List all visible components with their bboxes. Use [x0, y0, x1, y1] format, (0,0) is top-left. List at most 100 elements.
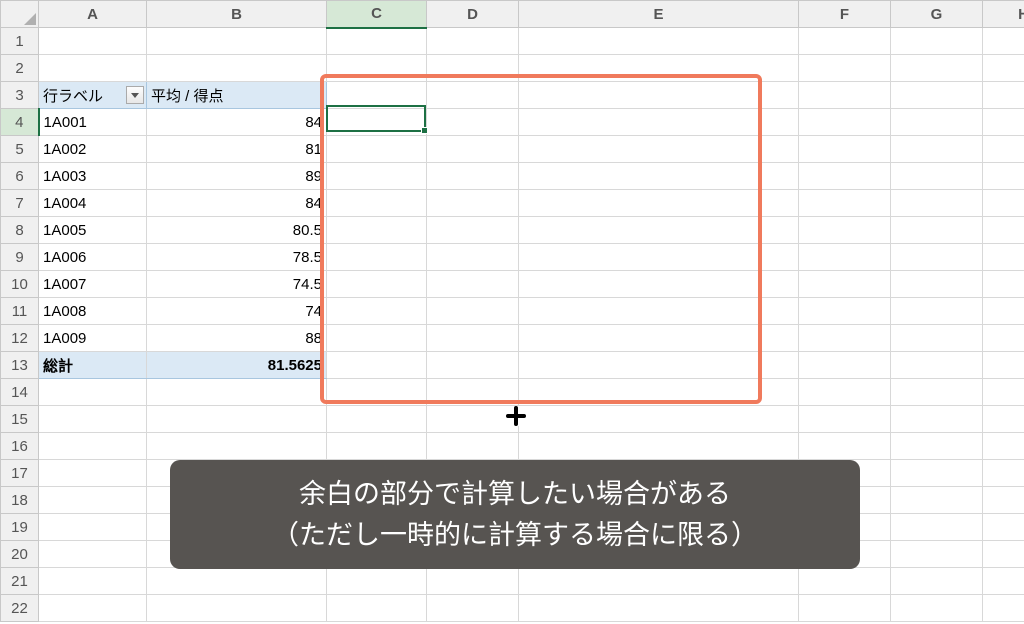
row-header-7[interactable]: 7: [1, 190, 39, 217]
cell[interactable]: [39, 28, 147, 55]
cell[interactable]: [519, 28, 799, 55]
cell[interactable]: [327, 433, 427, 460]
cell[interactable]: [519, 109, 799, 136]
cell[interactable]: [327, 271, 427, 298]
cell[interactable]: 1A009: [39, 325, 147, 352]
cell[interactable]: [147, 406, 327, 433]
cell[interactable]: [983, 28, 1024, 55]
cell[interactable]: [799, 28, 891, 55]
cell[interactable]: [983, 136, 1024, 163]
cell[interactable]: [519, 163, 799, 190]
row-header-14[interactable]: 14: [1, 379, 39, 406]
cell[interactable]: [327, 190, 427, 217]
row-header-15[interactable]: 15: [1, 406, 39, 433]
cell[interactable]: [327, 379, 427, 406]
cell[interactable]: [327, 325, 427, 352]
pivot-value-header[interactable]: 平均 / 得点: [147, 82, 327, 109]
cell[interactable]: [891, 82, 983, 109]
cell[interactable]: [327, 244, 427, 271]
cell[interactable]: [983, 379, 1024, 406]
col-header-A[interactable]: A: [39, 1, 147, 28]
cell[interactable]: [799, 406, 891, 433]
cell[interactable]: 1A001: [39, 109, 147, 136]
cell[interactable]: [427, 190, 519, 217]
cell[interactable]: [891, 325, 983, 352]
cell[interactable]: [799, 298, 891, 325]
cell[interactable]: 88: [147, 325, 327, 352]
cell[interactable]: 81: [147, 136, 327, 163]
cell[interactable]: [799, 595, 891, 622]
cell[interactable]: 84: [147, 190, 327, 217]
cell[interactable]: 行ラベル: [39, 82, 147, 109]
cell[interactable]: [891, 271, 983, 298]
cell[interactable]: [891, 55, 983, 82]
cell[interactable]: [327, 298, 427, 325]
cell[interactable]: 1A003: [39, 163, 147, 190]
col-header-C[interactable]: C: [327, 1, 427, 28]
cell[interactable]: [427, 325, 519, 352]
cell[interactable]: [519, 433, 799, 460]
cell[interactable]: [147, 568, 327, 595]
cell[interactable]: [891, 460, 983, 487]
cell[interactable]: [799, 190, 891, 217]
cell[interactable]: [327, 163, 427, 190]
row-header-16[interactable]: 16: [1, 433, 39, 460]
cell[interactable]: [427, 28, 519, 55]
select-all-corner[interactable]: [1, 1, 39, 28]
cell[interactable]: [891, 244, 983, 271]
row-header-3[interactable]: 3: [1, 82, 39, 109]
cell[interactable]: [983, 433, 1024, 460]
cell[interactable]: [799, 379, 891, 406]
cell[interactable]: [983, 352, 1024, 379]
cell[interactable]: [983, 487, 1024, 514]
cell[interactable]: [519, 379, 799, 406]
cell[interactable]: [39, 433, 147, 460]
cell[interactable]: [983, 163, 1024, 190]
cell[interactable]: [427, 271, 519, 298]
cell[interactable]: [799, 109, 891, 136]
cell[interactable]: 74: [147, 298, 327, 325]
cell[interactable]: [891, 514, 983, 541]
cell[interactable]: [519, 244, 799, 271]
cell[interactable]: [983, 271, 1024, 298]
cell[interactable]: [983, 82, 1024, 109]
cell[interactable]: 1A008: [39, 298, 147, 325]
col-header-G[interactable]: G: [891, 1, 983, 28]
cell[interactable]: [983, 541, 1024, 568]
cell[interactable]: 1A004: [39, 190, 147, 217]
cell[interactable]: 1A005: [39, 217, 147, 244]
cell[interactable]: [891, 487, 983, 514]
row-header-1[interactable]: 1: [1, 28, 39, 55]
filter-dropdown-button[interactable]: [126, 86, 144, 104]
cell[interactable]: [983, 298, 1024, 325]
cell[interactable]: [39, 460, 147, 487]
cell[interactable]: [799, 352, 891, 379]
cell[interactable]: [983, 460, 1024, 487]
row-header-5[interactable]: 5: [1, 136, 39, 163]
row-header-10[interactable]: 10: [1, 271, 39, 298]
cell[interactable]: [519, 406, 799, 433]
cell[interactable]: [327, 217, 427, 244]
pivot-total-value[interactable]: 81.5625: [147, 352, 327, 379]
cell[interactable]: [519, 217, 799, 244]
row-header-4[interactable]: 4: [1, 109, 39, 136]
col-header-H[interactable]: H: [983, 1, 1024, 28]
cell[interactable]: [327, 568, 427, 595]
row-header-9[interactable]: 9: [1, 244, 39, 271]
cell[interactable]: [799, 136, 891, 163]
cell[interactable]: [427, 433, 519, 460]
row-header-11[interactable]: 11: [1, 298, 39, 325]
cell[interactable]: [891, 298, 983, 325]
cell[interactable]: [891, 541, 983, 568]
row-header-22[interactable]: 22: [1, 595, 39, 622]
cell[interactable]: [891, 163, 983, 190]
cell[interactable]: [891, 352, 983, 379]
cell[interactable]: [39, 514, 147, 541]
cell[interactable]: [799, 163, 891, 190]
cell[interactable]: [983, 595, 1024, 622]
cell[interactable]: [799, 325, 891, 352]
cell[interactable]: [147, 55, 327, 82]
cell[interactable]: [983, 217, 1024, 244]
cell[interactable]: [983, 190, 1024, 217]
cell[interactable]: [891, 433, 983, 460]
